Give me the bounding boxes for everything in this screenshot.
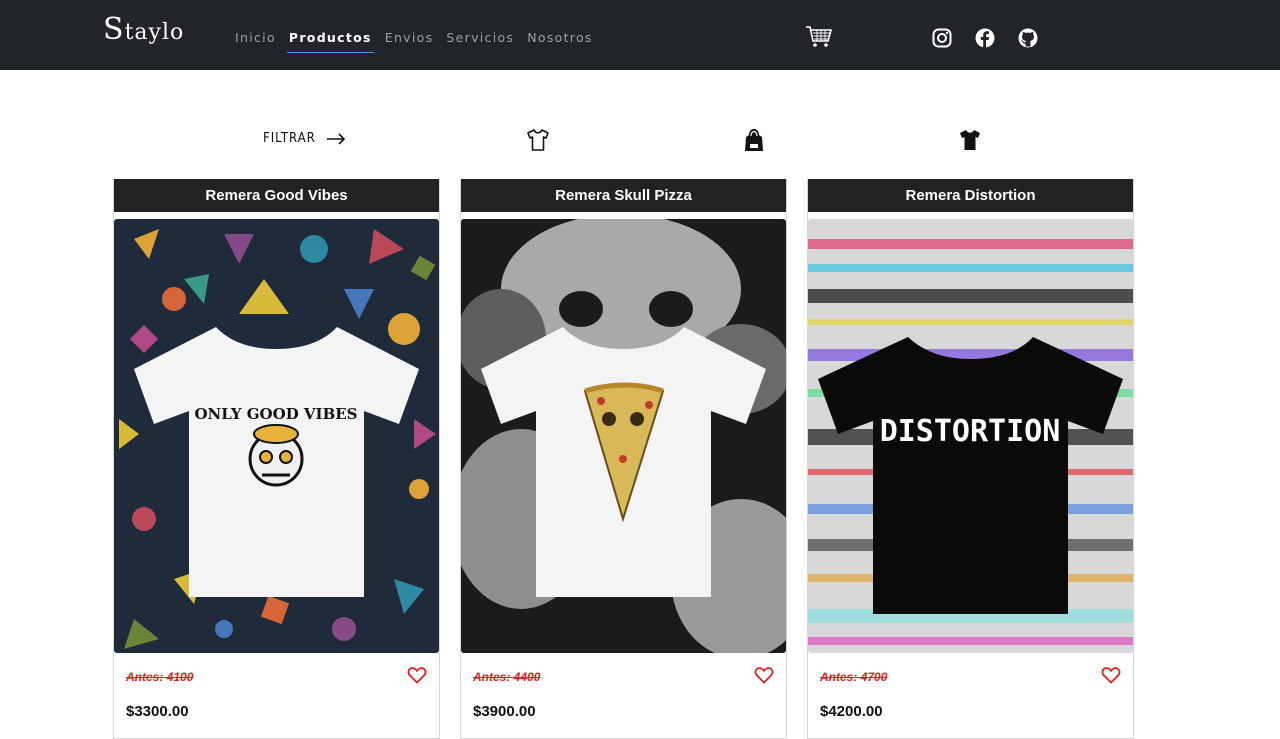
nav-nosotros[interactable]: Nosotros (527, 30, 592, 45)
instagram-icon[interactable] (932, 28, 952, 48)
product-title: Remera Good Vibes (114, 179, 439, 212)
product-card: Remera Distortion DISTORTION Antes: 4700… (807, 179, 1134, 739)
nav-envios[interactable]: Envios (385, 30, 434, 45)
nav-inicio[interactable]: Inicio (235, 30, 276, 45)
filter-label: FILTRAR (263, 131, 316, 146)
product-card: Remera Good Vibes ONLY GOOD VIBES Antes:… (113, 179, 440, 739)
product-image[interactable]: DISTORTION (808, 219, 1133, 653)
filter-bar: FILTRAR (0, 120, 1280, 160)
heart-icon[interactable] (1101, 665, 1121, 685)
brand-logo[interactable]: Staylo (103, 12, 184, 47)
product-image[interactable] (461, 219, 786, 653)
old-price: Antes: 4700 (820, 670, 888, 684)
github-icon[interactable] (1018, 28, 1038, 48)
main-nav: Inicio Productos Envios Servicios Nosotr… (235, 30, 606, 53)
price: $3300.00 (126, 703, 189, 720)
product-title: Remera Distortion (808, 179, 1133, 212)
nav-servicios[interactable]: Servicios (446, 30, 514, 45)
nav-productos[interactable]: Productos (286, 30, 374, 53)
filter-button[interactable]: FILTRAR (263, 131, 346, 146)
shirt-print-text: DISTORTION (880, 414, 1061, 449)
hoodie-icon[interactable] (741, 127, 767, 153)
tshirt-filled-icon[interactable] (957, 127, 983, 153)
facebook-icon[interactable] (975, 28, 995, 48)
tshirt-outline-icon[interactable] (525, 127, 551, 153)
product-card: Remera Skull Pizza Antes: 4400 $3900.00 (460, 179, 787, 739)
price: $4200.00 (820, 703, 883, 720)
top-navbar: Staylo Inicio Productos Envios Servicios… (0, 0, 1280, 70)
cart-icon[interactable] (805, 25, 833, 49)
old-price: Antes: 4100 (126, 670, 194, 684)
product-title: Remera Skull Pizza (461, 179, 786, 212)
heart-icon[interactable] (754, 665, 774, 685)
price: $3900.00 (473, 703, 536, 720)
old-price: Antes: 4400 (473, 670, 541, 684)
shirt-print-text: ONLY GOOD VIBES (194, 405, 357, 423)
product-image[interactable]: ONLY GOOD VIBES (114, 219, 439, 653)
heart-icon[interactable] (407, 665, 427, 685)
arrow-right-icon (326, 132, 345, 145)
